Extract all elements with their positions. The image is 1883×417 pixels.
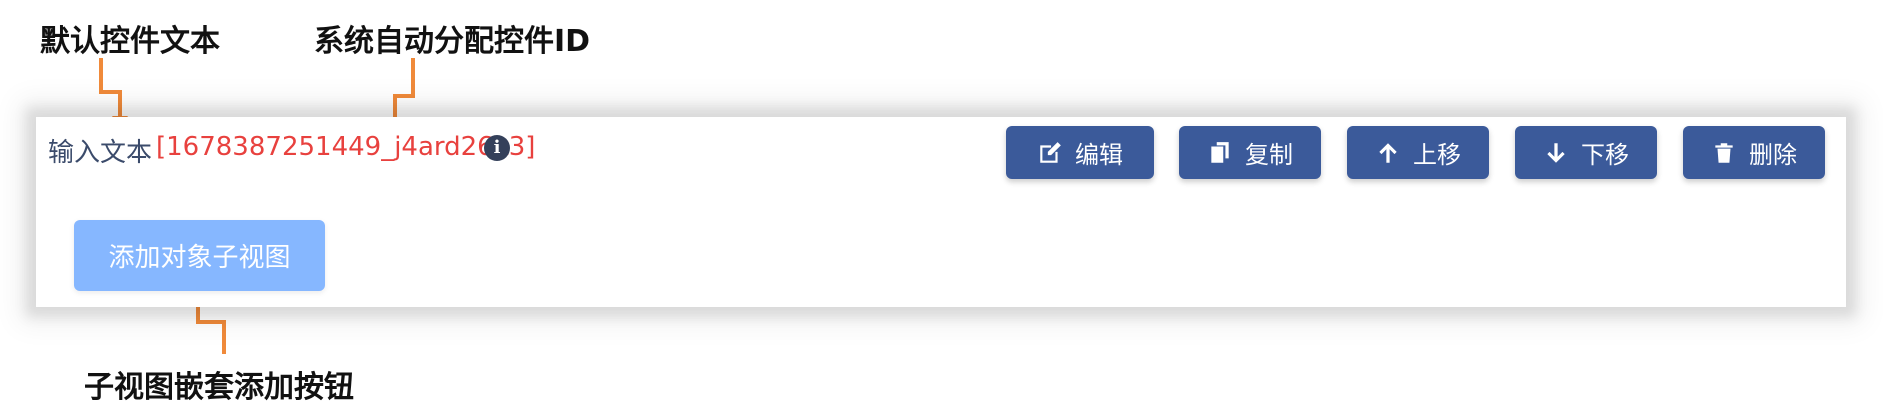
arrow-down-icon: [1547, 142, 1565, 163]
edit-button-label: 编辑: [1075, 141, 1123, 169]
move-up-button[interactable]: 上移: [1347, 126, 1489, 179]
arrow-up-icon: [1379, 142, 1397, 163]
copy-button-label: 复制: [1245, 141, 1293, 169]
move-down-button-label: 下移: [1581, 141, 1629, 169]
copy-icon: [1211, 141, 1229, 163]
delete-button[interactable]: 删除: [1683, 126, 1825, 179]
copy-button[interactable]: 复制: [1179, 126, 1321, 179]
delete-button-label: 删除: [1749, 141, 1797, 169]
add-child-view-button[interactable]: 添加对象子视图: [74, 220, 325, 291]
edit-icon: [1040, 141, 1061, 163]
trash-icon: [1715, 142, 1733, 163]
control-id: [1678387251449_j4ard26k3]: [156, 132, 536, 162]
edit-button[interactable]: 编辑: [1006, 126, 1154, 179]
move-down-button[interactable]: 下移: [1515, 126, 1657, 179]
move-up-button-label: 上移: [1413, 141, 1461, 169]
info-icon[interactable]: i: [484, 135, 510, 161]
control-label: 输入文本: [48, 138, 153, 168]
